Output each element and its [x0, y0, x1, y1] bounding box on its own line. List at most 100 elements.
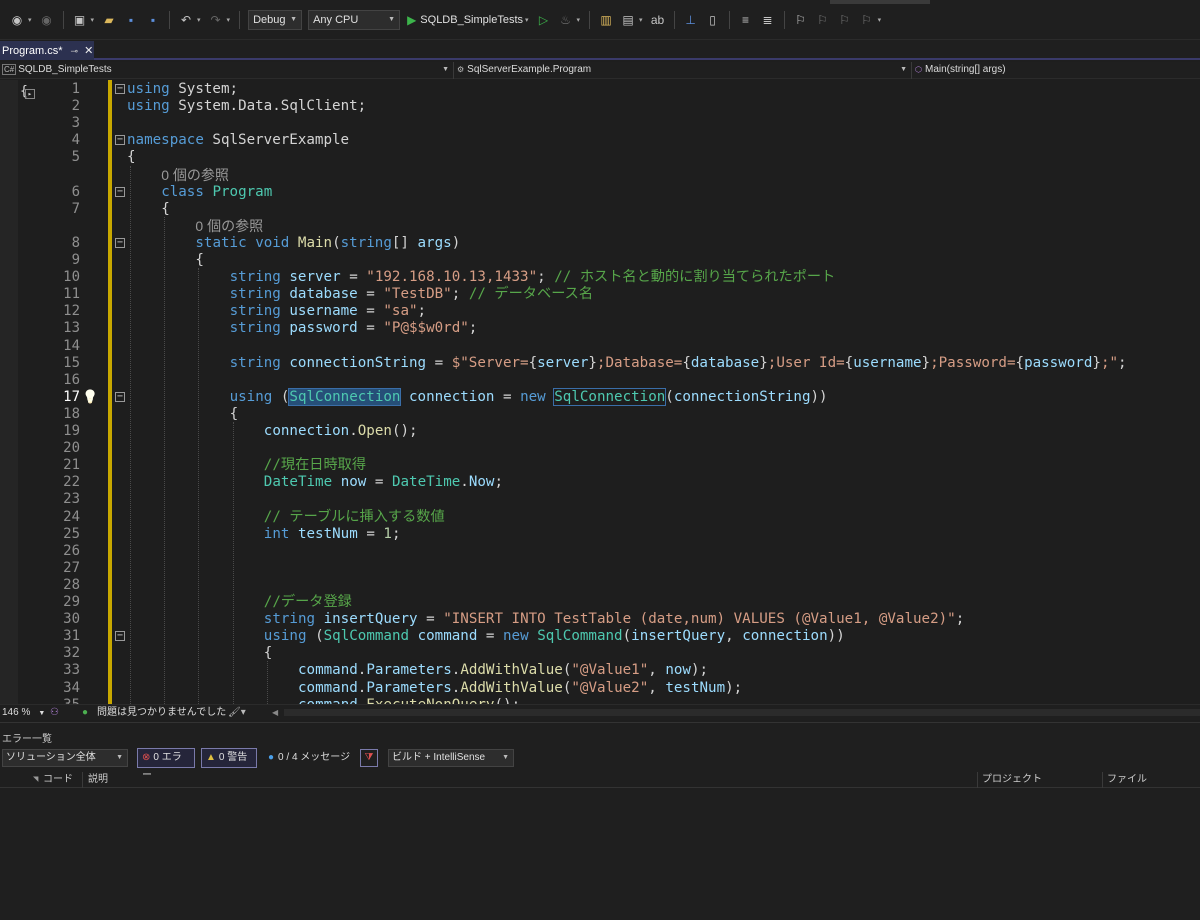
hot-reload-icon[interactable]: ♨: [558, 12, 574, 28]
code-line[interactable]: 20: [0, 440, 1200, 457]
code-line[interactable]: 8 − static void Main(string[] args): [0, 235, 1200, 252]
undo-icon[interactable]: ↶: [178, 12, 194, 28]
scope-select[interactable]: ソリューション全体 ▼: [2, 749, 128, 767]
code-line[interactable]: 24 // テーブルに挿入する数値: [0, 509, 1200, 526]
code-line[interactable]: 14: [0, 338, 1200, 355]
redo-dropdown-icon[interactable]: ▾: [227, 16, 231, 24]
code-line[interactable]: 33 command.Parameters.AddWithValue("@Valu…: [0, 662, 1200, 679]
redo-icon[interactable]: ↷: [208, 12, 224, 28]
code-line[interactable]: 11 string database = "TestDB"; // データベース名: [0, 286, 1200, 303]
code-text[interactable]: using System;: [127, 81, 238, 98]
collapse-icon[interactable]: −: [115, 135, 125, 146]
code-line[interactable]: 19 connection.Open();: [0, 423, 1200, 440]
save-icon[interactable]: ▪: [123, 12, 139, 28]
code-line[interactable]: 2 using System.Data.SqlClient;: [0, 98, 1200, 115]
code-line[interactable]: 5{: [0, 149, 1200, 166]
pin-icon[interactable]: ⊸: [71, 42, 79, 60]
code-text[interactable]: string password = "P@$$w0rd";: [230, 320, 478, 337]
column-file[interactable]: ファイル: [1107, 773, 1147, 787]
forward-icon[interactable]: ◉: [39, 12, 55, 28]
column-description[interactable]: 説明: [88, 773, 108, 787]
code-line[interactable]: 7{: [0, 201, 1200, 218]
code-text[interactable]: string connectionString = $"Server={serv…: [230, 355, 1127, 372]
code-text[interactable]: using (SqlCommand command = new SqlComma…: [264, 628, 845, 645]
code-line[interactable]: 13 string password = "P@$$w0rd";: [0, 320, 1200, 337]
step-icon[interactable]: ⊥: [683, 12, 699, 28]
code-text[interactable]: string database = "TestDB"; // データベース名: [230, 286, 593, 303]
code-line[interactable]: 10 string server = "192.168.10.13,1433"; …: [0, 269, 1200, 286]
code-text[interactable]: {: [230, 406, 239, 423]
layout-dropdown-icon[interactable]: ▾: [639, 16, 643, 24]
code-line[interactable]: 9{: [0, 252, 1200, 269]
sort-icon[interactable]: ◥: [33, 773, 38, 787]
code-text[interactable]: using System.Data.SqlClient;: [127, 98, 366, 115]
browse-icon[interactable]: ▥: [598, 12, 614, 28]
back-icon[interactable]: ◉: [9, 12, 25, 28]
zoom-select[interactable]: 146 % ▼: [2, 706, 45, 721]
code-text[interactable]: class Program: [161, 184, 272, 201]
code-line[interactable]: 17 💡 − using (SqlConnection connection = ne…: [0, 387, 1200, 406]
copilot-icon[interactable]: ⚇: [50, 706, 59, 720]
document-icon[interactable]: ▯: [705, 12, 721, 28]
undo-dropdown-icon[interactable]: ▾: [197, 16, 201, 24]
type-select[interactable]: ⚙ SqlServerExample.Program ▼: [454, 62, 912, 79]
lightbulb-icon[interactable]: 💡: [82, 389, 98, 406]
horizontal-scrollbar[interactable]: [284, 709, 1200, 716]
open-folder-icon[interactable]: ▰: [101, 12, 117, 28]
indent-icon[interactable]: ≡: [738, 12, 754, 28]
column-separator[interactable]: [1102, 772, 1103, 788]
code-text[interactable]: {: [195, 252, 204, 269]
code-line[interactable]: 18 {: [0, 406, 1200, 423]
code-line[interactable]: 21 //現在日時取得: [0, 457, 1200, 474]
code-line[interactable]: 29 //データ登録: [0, 594, 1200, 611]
code-line[interactable]: 31 − using (SqlCommand command = new SqlCo…: [0, 628, 1200, 645]
code-text[interactable]: //現在日時取得: [264, 457, 366, 474]
back-dropdown-icon[interactable]: ▾: [28, 16, 32, 24]
code-text[interactable]: {: [161, 201, 170, 218]
code-cleanup-icon[interactable]: 🖌▾: [228, 706, 246, 720]
collapse-icon[interactable]: −: [115, 237, 125, 248]
code-line[interactable]: 30 string insertQuery = "INSERT INTO Test…: [0, 611, 1200, 628]
code-line[interactable]: 1 − using System;: [0, 81, 1200, 98]
code-line[interactable]: 34 command.Parameters.AddWithValue("@Valu…: [0, 680, 1200, 697]
code-text[interactable]: {: [127, 149, 136, 166]
project-select[interactable]: C# SQLDB_SimpleTests ▼: [0, 62, 454, 79]
code-text[interactable]: using (SqlConnection connection = new Sq…: [230, 387, 828, 406]
code-text[interactable]: {: [264, 645, 273, 662]
clear-bookmarks-icon[interactable]: ⚐: [859, 12, 875, 28]
new-project-dropdown-icon[interactable]: ▾: [91, 16, 95, 24]
run-target-dropdown-icon[interactable]: ▾: [525, 16, 529, 24]
new-project-icon[interactable]: ▣: [72, 12, 88, 28]
code-text[interactable]: string username = "sa";: [230, 303, 427, 320]
code-line[interactable]: 25 int testNum = 1;: [0, 526, 1200, 543]
start-debug-icon[interactable]: ▶: [407, 13, 416, 27]
spell-check-icon[interactable]: ab: [650, 12, 666, 28]
collapse-icon[interactable]: −: [115, 84, 125, 94]
tab-program-cs[interactable]: Program.cs* ⊸ ✕: [0, 41, 94, 60]
collapse-icon[interactable]: −: [115, 631, 125, 642]
messages-filter-button[interactable]: ● 0 / 4 メッセージ: [268, 750, 350, 766]
code-text[interactable]: command.Parameters.AddWithValue("@Value2…: [298, 680, 742, 697]
start-debug-button[interactable]: SQLDB_SimpleTests: [420, 14, 523, 26]
start-without-debug-icon[interactable]: ▷: [536, 12, 552, 28]
code-text[interactable]: command.ExecuteNonQuery();: [298, 697, 520, 704]
code-text[interactable]: command.Parameters.AddWithValue("@Value1…: [298, 662, 708, 679]
code-line[interactable]: 28: [0, 577, 1200, 594]
code-line[interactable]: 35 command.ExecuteNonQuery();: [0, 697, 1200, 704]
collapse-icon[interactable]: −: [115, 186, 125, 197]
platform-select[interactable]: Any CPU ▼: [308, 9, 401, 30]
code-line[interactable]: 16: [0, 372, 1200, 389]
code-text[interactable]: static void Main(string[] args): [195, 235, 460, 252]
errors-filter-button[interactable]: ⊗ 0 エラー: [137, 748, 195, 781]
outdent-icon[interactable]: ≣: [760, 12, 776, 28]
code-line[interactable]: 23: [0, 491, 1200, 508]
code-editor[interactable]: {▸ 1− using System; 2 using System.Data.Sql…: [0, 80, 1200, 704]
build-source-select[interactable]: ビルド + IntelliSense ▼: [388, 749, 514, 767]
collapse-icon[interactable]: −: [115, 391, 125, 402]
code-text[interactable]: //データ登録: [264, 594, 352, 611]
code-line[interactable]: 4 − namespace SqlServerExample: [0, 132, 1200, 149]
column-code[interactable]: コード: [43, 773, 73, 787]
scroll-left-icon[interactable]: ◀: [272, 706, 278, 720]
column-separator[interactable]: [977, 772, 978, 788]
member-select[interactable]: ⬡ Main(string[] args): [912, 62, 1200, 79]
